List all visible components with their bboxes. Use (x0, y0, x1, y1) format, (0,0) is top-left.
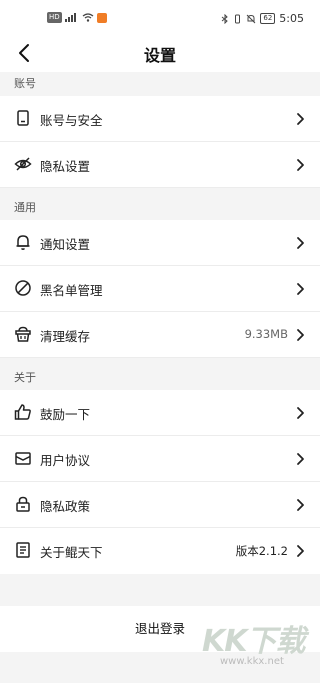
row-label: 关于鲲天下 (40, 545, 103, 560)
row-label: 清理缓存 (40, 329, 91, 344)
chevron-right-icon (297, 159, 304, 171)
nav-bar: 设置 (0, 34, 320, 72)
chevron-right-icon (297, 499, 304, 511)
bluetooth-icon (222, 13, 229, 24)
chevron-right-icon (297, 407, 304, 419)
chevron-right-icon (297, 113, 304, 125)
envelope-icon (15, 452, 31, 465)
lock-icon (16, 496, 30, 512)
status-left: HD (47, 12, 107, 23)
chevron-right-icon (297, 453, 304, 465)
bell-icon (16, 235, 30, 250)
block-icon (15, 280, 31, 296)
settings-row-clear-cache[interactable]: 清理缓存 9.33MB (0, 312, 320, 358)
phone-icon (17, 110, 29, 126)
section-header-about: 关于 (0, 366, 320, 390)
row-label: 鼓励一下 (40, 407, 91, 422)
settings-row-about-app[interactable]: 关于鲲天下 版本2.1.2 (0, 528, 320, 574)
settings-row-user-agreement[interactable]: 用户协议 (0, 436, 320, 482)
section-header-account: 账号 (0, 72, 320, 96)
mute-icon (247, 14, 256, 23)
eye-slash-icon (14, 157, 32, 171)
row-label: 黑名单管理 (40, 283, 103, 298)
settings-row-account-security[interactable]: 账号与安全 (0, 96, 320, 142)
chevron-right-icon (297, 283, 304, 295)
watermark-brand: KK下载 (202, 624, 305, 659)
watermark-url: www.kkx.net (220, 656, 284, 667)
section-header-general: 通用 (0, 196, 320, 220)
row-label: 用户协议 (40, 453, 91, 468)
cache-size-value: 9.33MB (244, 327, 288, 341)
settings-row-privacy-settings[interactable]: 隐私设置 (0, 142, 320, 188)
status-right: 62 5:05 (221, 12, 304, 25)
wifi-icon (82, 13, 94, 22)
app-icon (96, 12, 107, 23)
settings-row-privacy-policy[interactable]: 隐私政策 (0, 482, 320, 528)
row-label: 通知设置 (40, 237, 91, 252)
page-title: 设置 (143, 46, 176, 65)
chevron-right-icon (297, 237, 304, 249)
signal-icon (64, 13, 76, 22)
chevron-right-icon (297, 329, 304, 341)
chevron-right-icon (297, 545, 304, 557)
thumbs-up-icon (14, 404, 31, 420)
settings-row-notifications[interactable]: 通知设置 (0, 220, 320, 266)
version-value: 版本2.1.2 (235, 544, 288, 558)
settings-row-encourage[interactable]: 鼓励一下 (0, 390, 320, 436)
row-label: 账号与安全 (40, 113, 103, 128)
status-bar: HD 62 5:05 (0, 0, 320, 34)
vibrate-icon (235, 14, 241, 23)
row-label: 隐私设置 (40, 159, 91, 174)
hd-icon: HD (47, 12, 62, 23)
basket-icon (15, 326, 31, 342)
status-time: 5:05 (279, 12, 304, 25)
settings-row-blacklist[interactable]: 黑名单管理 (0, 266, 320, 312)
watermark: KK下载 www.kkx.net (200, 616, 316, 676)
document-icon (16, 542, 30, 558)
row-label: 隐私政策 (40, 499, 91, 514)
battery-icon: 62 (260, 13, 276, 24)
